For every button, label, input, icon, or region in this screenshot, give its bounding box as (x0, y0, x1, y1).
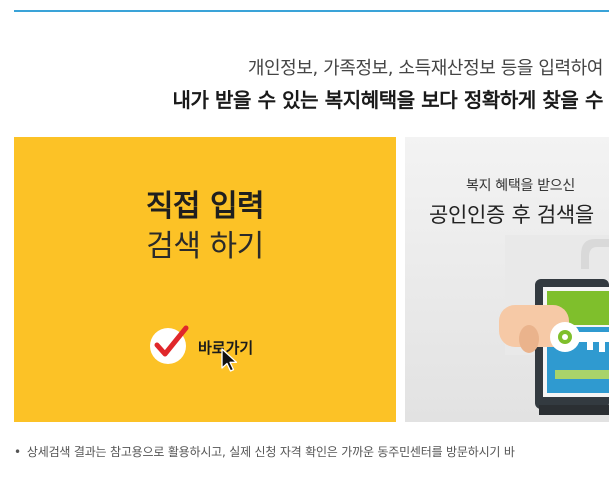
certificate-panel-caption: 복지 혜택을 받으신 (466, 178, 575, 194)
footnote-notice: • 상세검색 결과는 참고용으로 활용하시고, 실제 신청 자격 확인은 가까운 … (14, 443, 609, 460)
intro-headline: 내가 받을 수 있는 복지혜택을 보다 정확하게 찾을 수 (172, 88, 603, 112)
intro-description: 개인정보, 가족정보, 소득재산정보 등을 입력하여 (247, 58, 604, 79)
shortcut-button[interactable]: 바로가기 (148, 322, 268, 372)
certificate-search-panel[interactable]: 복지 혜택을 받으신 공인인증 후 검색을 (405, 137, 609, 422)
bullet-icon: • (14, 445, 21, 459)
certificate-key-illustration (499, 235, 609, 415)
mouse-pointer-icon (221, 348, 238, 372)
direct-input-panel[interactable]: 직접 입력 검색 하기 바로가기 (14, 137, 396, 422)
certificate-panel-title: 공인인증 후 검색을 (429, 203, 594, 227)
footnote-text: 상세검색 결과는 참고용으로 활용하시고, 실제 신청 자격 확인은 가까운 동… (26, 445, 515, 459)
direct-input-title: 직접 입력 (145, 189, 265, 224)
direct-search-subtitle: 검색 하기 (146, 229, 264, 264)
check-circle-icon (150, 325, 189, 364)
top-divider-line (14, 10, 609, 12)
